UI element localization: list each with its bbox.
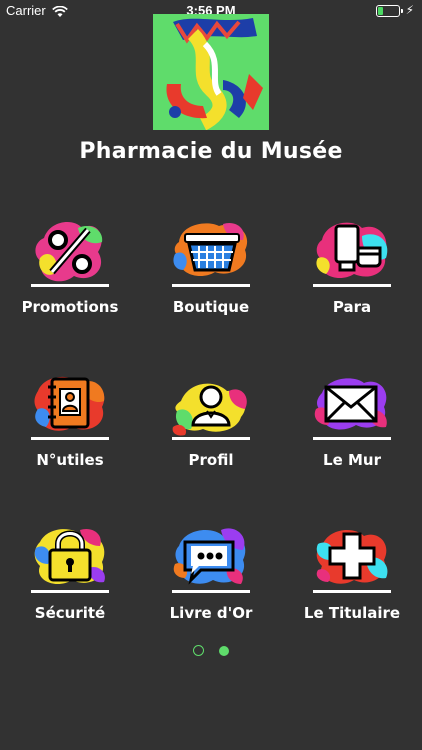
underline xyxy=(31,437,109,440)
charging-icon: ⚡ xyxy=(405,3,414,17)
menu-item-label: Le Mur xyxy=(323,451,381,469)
menu-item-label: Promotions xyxy=(21,298,119,316)
pharmacy-logo xyxy=(153,14,269,130)
envelope-icon xyxy=(312,371,392,441)
menu-item-nutiles[interactable]: N°utiles xyxy=(0,371,140,491)
underline xyxy=(172,284,250,287)
menu-item-label: Para xyxy=(332,298,372,316)
chat-bubbles-icon xyxy=(171,524,251,594)
cosmetics-icon xyxy=(312,218,392,288)
padlock-icon xyxy=(30,524,110,594)
percent-icon xyxy=(30,218,110,288)
battery-icon xyxy=(376,5,403,17)
menu-item-livre-dor[interactable]: Livre d'Or xyxy=(141,524,281,644)
underline xyxy=(313,590,391,593)
menu-item-label: Livre d'Or xyxy=(169,604,253,622)
underline xyxy=(31,284,109,287)
menu-item-boutique[interactable]: Boutique xyxy=(141,218,281,338)
menu-item-profil[interactable]: Profil xyxy=(141,371,281,491)
underline xyxy=(313,284,391,287)
page-title: Pharmacie du Musée xyxy=(79,139,343,164)
menu-item-label: Sécurité xyxy=(34,604,106,622)
page-dot-1[interactable] xyxy=(192,645,204,656)
menu-item-label: Profil xyxy=(188,451,234,469)
user-profile-icon xyxy=(171,371,251,441)
contact-book-icon xyxy=(30,371,110,441)
underline xyxy=(172,437,250,440)
shopping-basket-icon xyxy=(171,218,251,288)
menu-item-le-mur[interactable]: Le Mur xyxy=(282,371,422,491)
page-indicator[interactable] xyxy=(0,641,422,660)
menu-item-label: N°utiles xyxy=(36,451,104,469)
menu-item-para[interactable]: Para xyxy=(282,218,422,338)
underline xyxy=(313,437,391,440)
underline xyxy=(31,590,109,593)
menu-item-le-titulaire[interactable]: Le Titulaire xyxy=(282,524,422,644)
underline xyxy=(172,590,250,593)
menu-item-securite[interactable]: Sécurité xyxy=(0,524,140,644)
menu-item-label: Boutique xyxy=(172,298,250,316)
page-dot-2[interactable] xyxy=(219,646,230,656)
medical-cross-icon xyxy=(312,524,392,594)
menu-item-label: Le Titulaire xyxy=(303,604,401,622)
menu-item-promotions[interactable]: Promotions xyxy=(0,218,140,338)
